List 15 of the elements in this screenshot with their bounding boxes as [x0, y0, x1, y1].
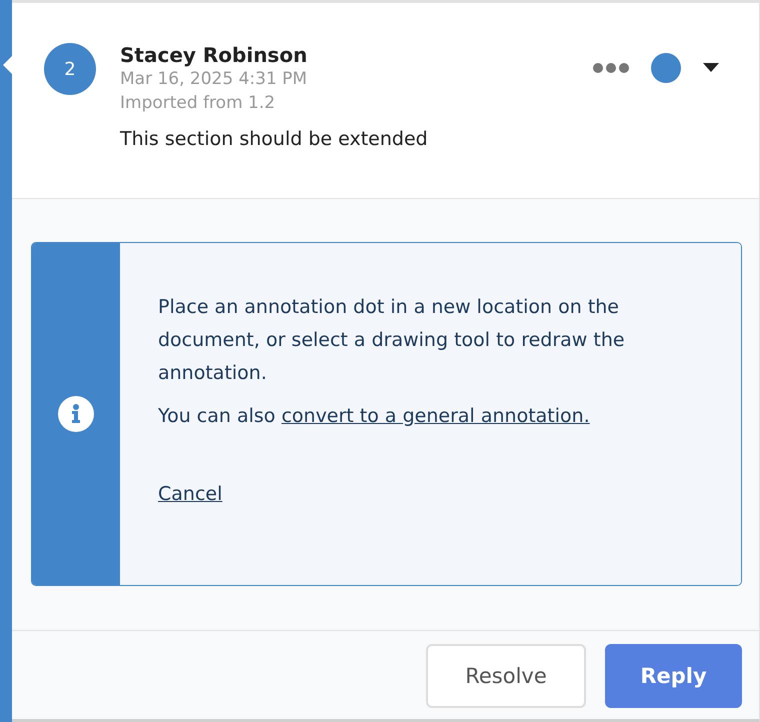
cancel-link[interactable]: Cancel [158, 478, 222, 511]
author-name: Stacey Robinson [120, 43, 308, 67]
more-icon[interactable] [593, 63, 629, 73]
timestamp: Mar 16, 2025 4:31 PM [120, 68, 308, 91]
import-source: Imported from 1.2 [120, 92, 276, 115]
instruction-text: Place an annotation dot in a new location on the document, or select a drawing tool to redraw the annotation. [158, 295, 626, 386]
convert-text: You can also convert to a general annotation. [158, 404, 591, 429]
info-icon [58, 396, 94, 432]
resolve-button[interactable]: Resolve [426, 644, 586, 708]
reply-button[interactable]: Reply [605, 644, 742, 708]
caret-icon[interactable] [703, 63, 719, 72]
status-dot[interactable] [651, 53, 681, 83]
comment-text: This section should be extended [120, 128, 429, 150]
comment-number: 2 [44, 43, 96, 95]
convert-link[interactable]: convert to a general annotation. [281, 405, 590, 427]
